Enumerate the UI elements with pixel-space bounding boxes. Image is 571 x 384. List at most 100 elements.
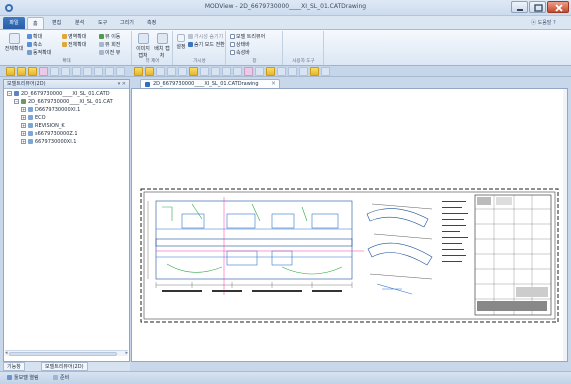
toolbar-zoom-icon[interactable] [28, 67, 37, 76]
batch-capture-button[interactable]: 배치 캡처 [153, 33, 171, 59]
collapse-icon[interactable]: − [7, 91, 12, 96]
tab-feature[interactable]: 기능창 [3, 362, 25, 371]
toolbar-print-icon[interactable] [156, 67, 165, 76]
model-tree-checkbox[interactable]: 모델 트리뷰어 [230, 33, 265, 40]
toolbar-copy-icon[interactable] [105, 67, 114, 76]
help-button[interactable]: ⓐ 도움말 ? [531, 19, 556, 26]
scrollbar-thumb[interactable] [9, 352, 117, 356]
tab-model-tree[interactable]: 모델트리뷰어(2D) [41, 362, 88, 371]
checkbox-icon [230, 50, 235, 55]
zoom-out-button[interactable]: 축소 [27, 41, 42, 48]
status-item-tool-model[interactable]: 툴모델 열림 [4, 374, 42, 383]
toolbar-delete-icon[interactable] [72, 67, 81, 76]
toolbar-highlight-icon[interactable] [189, 67, 198, 76]
toolbar-paste-icon[interactable] [116, 67, 125, 76]
toolbar-measure-icon[interactable] [200, 67, 209, 76]
tree-node-item[interactable]: + D6679730000XI.1 [21, 107, 80, 113]
tree-node-item[interactable]: + s6679730000Z.1 [21, 131, 78, 137]
expand-icon[interactable]: + [21, 107, 26, 112]
tab-draw[interactable]: 그리기 [115, 17, 139, 29]
view-move-button[interactable]: 뷰 이동 [99, 33, 120, 40]
toolbar-rotate-icon[interactable] [61, 67, 70, 76]
expand-icon[interactable]: + [21, 123, 26, 128]
toolbar-snap-icon[interactable] [288, 67, 297, 76]
toolbar-line-icon[interactable] [211, 67, 220, 76]
toolbar-arc-icon[interactable] [222, 67, 231, 76]
tree-node-root[interactable]: −2D_6679730000____XI_SL_01.CATD [7, 91, 110, 97]
minimize-icon [517, 9, 523, 11]
status-item-ready[interactable]: 준비 [50, 374, 72, 383]
image-capture-button[interactable]: 이미지 캡처 [134, 33, 152, 59]
view-group: 이미지 캡처 배치 캡처 뷰 제어 [133, 31, 173, 65]
zoom-in-button[interactable]: 확대 [27, 33, 42, 40]
tab-analysis[interactable]: 분석 [70, 17, 89, 29]
toolbar-redo-icon[interactable] [94, 67, 103, 76]
minimize-button[interactable] [511, 1, 528, 13]
title-bar: MODView - 2D_6679730000____XI_SL_01.CATD… [0, 0, 571, 16]
toolbar-save-icon[interactable] [145, 67, 154, 76]
eye-icon [188, 34, 193, 39]
user-tools-group-title: 사용자 도구 [292, 59, 315, 64]
expand-icon[interactable]: + [21, 115, 26, 120]
tree-node-item[interactable]: + REVISION_K [21, 123, 65, 129]
scroll-left-icon[interactable]: ◂ [5, 350, 8, 356]
toggle-hide-mode-button[interactable]: 숨기 모드 전환 [188, 41, 225, 48]
close-tab-icon[interactable]: × [271, 80, 276, 87]
toolbar-grid-icon[interactable] [277, 67, 286, 76]
toolbar-search-icon[interactable] [50, 67, 59, 76]
tab-tools[interactable]: 도구 [93, 17, 112, 29]
toolbar-fit-icon[interactable] [167, 67, 176, 76]
previous-view-button[interactable]: 이전 뷰 [99, 49, 120, 56]
toolbar-open-icon[interactable] [134, 67, 143, 76]
ribbon-panel: 전체확대 확대 축소 동적확대 영역확대 전체확대 뷰 이동 뷰 회전 이전 뷰… [0, 29, 571, 66]
visibility-group: 설정 가시성 숨기기 숨기 모드 전환 가시성 [174, 31, 226, 65]
tree-node-sheet[interactable]: −2D_6679730000____XI_SL_01.CAT [14, 99, 113, 105]
fit-window-button[interactable]: 전체확대 [62, 41, 86, 48]
window-title: MODView - 2D_6679730000____XI_SL_01.CATD… [204, 3, 367, 10]
toolbar-select-icon[interactable] [6, 67, 15, 76]
document-tab[interactable]: 2D_6679730000____XI_SL_01.CATDrawing × [140, 79, 280, 88]
view-rotate-button[interactable]: 뷰 회전 [99, 41, 120, 48]
toolbar-text-icon[interactable] [233, 67, 242, 76]
expand-icon[interactable]: + [21, 131, 26, 136]
tab-home[interactable]: 홈 [27, 17, 44, 29]
window-group: 모델 트리뷰어 상태바 속성바 창 [227, 31, 283, 65]
fit-all-button[interactable]: 전체확대 [4, 33, 24, 52]
canvas-vertical-scrollbar[interactable] [563, 89, 567, 361]
horizontal-scrollbar[interactable]: ◂ ▸ [5, 350, 128, 356]
tab-edit[interactable]: 편집 [47, 17, 66, 29]
user-tools-group: 사용자 도구 [284, 31, 324, 65]
property-bar-checkbox[interactable]: 속성바 [230, 49, 250, 56]
toolbar-pan-icon[interactable] [17, 67, 26, 76]
status-bar-checkbox[interactable]: 상태바 [230, 41, 250, 48]
toolbar-markup-icon[interactable] [39, 67, 48, 76]
tree-node-item[interactable]: +6679730000XI.1 [21, 139, 76, 145]
drawing-canvas[interactable] [131, 88, 568, 362]
toolbar-window-icon[interactable] [178, 67, 187, 76]
hide-visibility-button[interactable]: 가시성 숨기기 [188, 33, 223, 40]
document-tab-label: 2D_6679730000____XI_SL_01.CATDrawing [153, 81, 259, 87]
toolbar-dropdown-icon[interactable] [321, 67, 330, 76]
toolbar-layer-icon[interactable] [255, 67, 264, 76]
tab-measure[interactable]: 측정 [142, 17, 161, 29]
tab-file[interactable]: 파일 [3, 17, 25, 29]
maximize-button[interactable] [529, 1, 546, 13]
toolbar-note-icon[interactable] [266, 67, 275, 76]
tree-node-item[interactable]: + ECO [21, 115, 46, 121]
toolbar-export-icon[interactable] [310, 67, 319, 76]
view-icon [28, 123, 33, 128]
zoom-window-button[interactable]: 영역확대 [62, 33, 86, 40]
pane-buttons[interactable]: ▾ ✕ [118, 80, 126, 89]
collapse-icon[interactable]: − [14, 99, 19, 104]
scroll-right-icon[interactable]: ▸ [125, 350, 128, 356]
toolbar-color-icon[interactable] [244, 67, 253, 76]
expand-icon[interactable]: + [21, 139, 26, 144]
window-group-title: 창 [252, 59, 257, 64]
settings-button[interactable]: 설정 [175, 34, 187, 50]
model-tree-header: 모델트리뷰어(2D) ▾ ✕ [4, 80, 129, 89]
toolbar-undo-icon[interactable] [83, 67, 92, 76]
view-icon [28, 131, 33, 136]
close-button[interactable] [547, 1, 569, 13]
toolbar-compare-icon[interactable] [299, 67, 308, 76]
dynamic-zoom-button[interactable]: 동적확대 [27, 49, 51, 56]
